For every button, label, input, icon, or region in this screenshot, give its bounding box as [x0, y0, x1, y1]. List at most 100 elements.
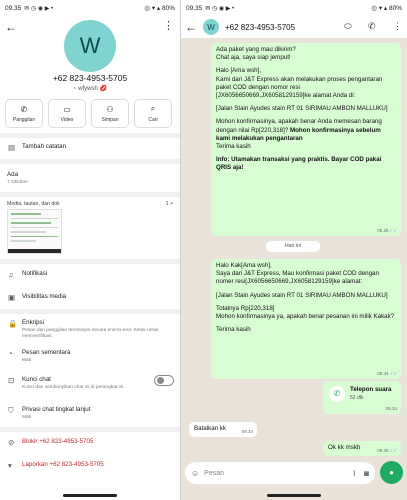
message-text: Totalnya Rp[220,318] Mohon konfirmasinya…	[216, 304, 395, 320]
report-row[interactable]: ▾ Laporkan +62 823-4953-5705	[0, 461, 180, 470]
media-label: Media, tautan, dan dok	[7, 201, 60, 207]
chat-avatar[interactable]: W	[203, 19, 219, 35]
privacy-subtitle: Mati	[22, 414, 32, 420]
gesture-bar	[181, 493, 407, 500]
call-label: Panggilan	[12, 116, 36, 123]
notification-icons: ✉ ◷ ◉ ▶ •	[205, 5, 235, 12]
label-icon[interactable]: ⬭	[344, 21, 352, 32]
more-options-icon[interactable]: ⋮	[393, 21, 402, 32]
chat-lock-icon: ⊡	[8, 376, 15, 385]
message-text: Ada paket yang mau dikirim? Chat aja, sa…	[216, 46, 296, 62]
add-call-icon[interactable]: ✆	[368, 21, 376, 32]
search-label: Cari	[148, 117, 158, 123]
media-visibility-label: Visibilitas media	[22, 293, 67, 300]
message-bubble-outgoing[interactable]: Halo Kak[Ama wsh], Saya dari J&T Express…	[211, 259, 401, 379]
notifications-row[interactable]: ♫ Notifikasi	[0, 270, 180, 279]
contact-nickname: ~ wfywsh 💋	[0, 85, 180, 92]
notifications-label: Notifikasi	[22, 270, 48, 277]
add-person-icon: ⚇	[106, 104, 114, 114]
message-meta: 05.26✓✓	[377, 228, 397, 234]
chat-lock-toggle[interactable]	[154, 375, 174, 386]
chat-title[interactable]: +62 823-4953-5705	[225, 23, 295, 32]
encryption-subtitle: Pesan dan panggilan terenkripsi secara e…	[22, 327, 159, 339]
disappearing-title: Pesan sementara	[22, 349, 71, 356]
add-note-row[interactable]: ▤ Tambah catatan	[0, 143, 180, 152]
video-button[interactable]: ▭ Video	[48, 99, 86, 128]
disappearing-subtitle: Mati	[22, 357, 32, 363]
message-text: Halo [Ama wsh], Kami dari J&T Express ak…	[216, 67, 383, 99]
about-date: 7 Oktober	[7, 179, 29, 185]
message-bubble-outgoing[interactable]: Ok kk mskh 09.35✓✓	[323, 441, 401, 456]
block-row[interactable]: ⊘ Blokir +62 823-4953-5705	[0, 438, 180, 447]
message-bold-text: Info: Utamakan transaksi yang praktis. B…	[216, 156, 382, 172]
read-ticks-icon: ✓✓	[389, 448, 397, 454]
chat-lock-title: Kunci chat	[22, 376, 51, 383]
message-text: Terima kasih	[216, 326, 251, 334]
shield-icon: ⛉	[8, 406, 14, 415]
contact-actions: ✆ Panggilan ▭ Video ⚇ Simpan ⌕ Cari	[5, 99, 172, 128]
message-text: Halo Kak[Ama wsh], Saya dari J&T Express…	[216, 262, 379, 286]
media-count: 1 >	[165, 201, 173, 207]
more-options-icon[interactable]: ⋮	[163, 19, 174, 32]
message-text: Mohon konfirmasinya, apakah benar Anda m…	[216, 118, 396, 151]
back-arrow-icon[interactable]: ←	[5, 21, 17, 33]
message-text: Batalkan kk	[194, 425, 226, 432]
message-time: 09.34	[385, 406, 397, 412]
section-divider	[0, 192, 180, 197]
read-ticks-icon: ✓✓	[389, 228, 397, 234]
disappearing-messages-row[interactable]: ◔ Pesan sementara Mati	[0, 349, 180, 364]
chat-lock-row[interactable]: ⊡ Kunci chat Kunci dan sembunyikan chat in…	[0, 376, 180, 391]
gesture-bar	[0, 493, 180, 500]
status-time: 09.35	[186, 4, 203, 12]
report-label: Laporkan +62 823-4953-5705	[22, 461, 104, 468]
message-bubble-outgoing[interactable]: 05.26✓✓	[361, 224, 401, 236]
message-time: 09.35	[377, 448, 389, 454]
encryption-row[interactable]: 🔒 Enkripsi Pesan dan panggilan terenkripsi…	[0, 319, 180, 340]
image-icon: ▣	[8, 293, 16, 302]
video-icon: ▭	[63, 104, 71, 114]
thumbs-down-icon: ▾	[8, 461, 12, 470]
message-bubble-incoming[interactable]: Batalkan kk 09.34	[189, 422, 257, 437]
media-header[interactable]: Media, tautan, dan dok 1 >	[7, 201, 173, 207]
call-title: Telepon suara	[350, 386, 392, 393]
status-time: 09.35	[5, 4, 22, 12]
section-divider	[0, 309, 180, 314]
advanced-privacy-row[interactable]: ⛉ Privasi chat tingkat lanjut Mati	[0, 406, 180, 421]
chat-lock-subtitle: Kunci dan sembunyikan chat ini di perang…	[22, 384, 125, 390]
message-time: 05.26	[377, 228, 389, 234]
message-meta: 09.34✓✓	[377, 371, 397, 377]
section-divider	[0, 133, 180, 138]
block-label: Blokir +62 823-4953-5705	[22, 438, 94, 445]
back-arrow-icon[interactable]: ←	[185, 21, 197, 33]
message-input[interactable]: Pesan	[204, 470, 224, 477]
media-visibility-row[interactable]: ▣ Visibilitas media	[0, 293, 180, 302]
section-divider	[0, 427, 180, 432]
contact-phone: +62 823-4953-5705	[52, 73, 128, 83]
save-contact-button[interactable]: ⚇ Simpan	[91, 99, 129, 128]
attach-icon[interactable]: ⌇	[352, 469, 356, 478]
media-thumbnail[interactable]	[7, 209, 62, 254]
message-time: 09.34	[377, 371, 389, 377]
voice-call-bubble[interactable]: ✆ Telepon suara 52 dtk 09.34	[323, 381, 401, 414]
chat-header: ← W +62 823-4953-5705 ⬭ ✆ ⋮	[181, 16, 407, 38]
contact-avatar[interactable]: W	[64, 20, 116, 72]
block-icon: ⊘	[8, 438, 15, 447]
video-label: Video	[60, 116, 74, 123]
contact-info-pane: 09.35 ✉ ◷ ◉ ▶ • ◎ ▾ ▴ 80% ← ⋮ W +62 823-…	[0, 0, 180, 500]
message-composer[interactable]: ☺ Pesan ⌇ ◙	[185, 462, 375, 484]
call-phone-icon: ✆	[329, 386, 345, 403]
sticker-icon[interactable]: ☺	[191, 469, 199, 478]
chat-pane: 09.35 ✉ ◷ ◉ ▶ • ◎ ▾ ▴ 80% ← W +62 823-49…	[181, 0, 407, 500]
camera-icon[interactable]: ◙	[364, 469, 369, 478]
timer-icon: ◔	[8, 349, 13, 358]
message-bubble-outgoing[interactable]: Ada paket yang mau dikirim? Chat aja, sa…	[211, 43, 401, 236]
toggle-knob	[157, 377, 164, 384]
call-button[interactable]: ✆ Panggilan	[5, 99, 43, 128]
nickname-text: ~ wfywsh	[73, 86, 98, 92]
message-text: [Jalan Stain Ayudes stain RT 01 SIRIMAU …	[216, 105, 388, 113]
mic-icon[interactable]: ●	[380, 461, 403, 484]
read-ticks-icon: ✓✓	[389, 371, 397, 377]
message-meta: 09.35✓✓	[377, 448, 397, 454]
encryption-title: Enkripsi	[22, 319, 45, 326]
search-button[interactable]: ⌕ Cari	[134, 99, 172, 128]
